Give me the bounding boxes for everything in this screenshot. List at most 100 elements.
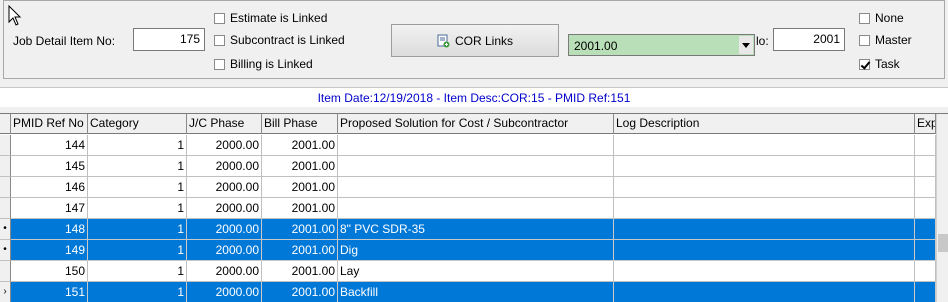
cell-bill-phase[interactable]: 2001.00	[262, 219, 338, 240]
row-indicator[interactable]: •	[0, 219, 11, 240]
row-indicator[interactable]	[0, 135, 11, 156]
cell-solution[interactable]	[338, 135, 614, 156]
cell-pmid[interactable]: 148	[11, 219, 88, 240]
cell-exp[interactable]	[915, 240, 936, 261]
table-row[interactable]: 150 1 2000.00 2001.00 Lay	[0, 261, 936, 282]
data-grid[interactable]: PMID Ref No Category J/C Phase Bill Phas…	[0, 113, 948, 302]
cell-category[interactable]: 1	[88, 135, 187, 156]
cell-log-description[interactable]	[614, 198, 915, 219]
cell-exp[interactable]	[915, 219, 936, 240]
cell-category[interactable]: 1	[88, 282, 187, 302]
billing-linked-checkbox[interactable]: Billing is Linked	[214, 57, 313, 71]
job-detail-item-input[interactable]: 175	[133, 28, 205, 51]
cell-exp[interactable]	[915, 135, 936, 156]
cell-bill-phase[interactable]: 2001.00	[262, 156, 338, 177]
cell-pmid[interactable]: 146	[11, 177, 88, 198]
cell-solution[interactable]: Backfill	[338, 282, 614, 302]
cell-jc-phase[interactable]: 2000.00	[187, 156, 262, 177]
cell-exp[interactable]	[915, 177, 936, 198]
cell-bill-phase[interactable]: 2001.00	[262, 135, 338, 156]
row-indicator[interactable]: ›	[0, 282, 11, 302]
cell-log-description[interactable]	[614, 219, 915, 240]
table-row[interactable]: 144 1 2000.00 2001.00	[0, 135, 936, 156]
header-solution[interactable]: Proposed Solution for Cost / Subcontract…	[338, 114, 614, 134]
checkbox-box[interactable]	[214, 58, 225, 70]
row-indicator[interactable]: •	[0, 240, 11, 261]
cell-exp[interactable]	[915, 261, 936, 282]
chevron-down-icon[interactable]	[739, 36, 753, 54]
table-row[interactable]: • 148 1 2000.00 2001.00 8" PVC SDR-35	[0, 219, 936, 240]
cell-category[interactable]: 1	[88, 261, 187, 282]
table-row[interactable]: 147 1 2000.00 2001.00	[0, 198, 936, 219]
checkbox-box[interactable]	[859, 34, 870, 46]
cell-category[interactable]: 1	[88, 240, 187, 261]
row-indicator[interactable]	[0, 261, 11, 282]
none-option[interactable]: None	[859, 11, 904, 25]
cell-category[interactable]: 1	[88, 219, 187, 240]
table-row[interactable]: 146 1 2000.00 2001.00	[0, 177, 936, 198]
cell-solution[interactable]	[338, 177, 614, 198]
cell-log-description[interactable]	[614, 240, 915, 261]
estimate-linked-checkbox[interactable]: Estimate is Linked	[214, 11, 327, 25]
header-log-description[interactable]: Log Description	[614, 114, 915, 134]
checkbox-box[interactable]	[859, 58, 870, 70]
cell-category[interactable]: 1	[88, 156, 187, 177]
header-pmid[interactable]: PMID Ref No	[11, 114, 88, 134]
cell-log-description[interactable]	[614, 261, 915, 282]
cell-bill-phase[interactable]: 2001.00	[262, 282, 338, 302]
cell-category[interactable]: 1	[88, 177, 187, 198]
cell-exp[interactable]	[915, 282, 936, 302]
cell-log-description[interactable]	[614, 135, 915, 156]
scrollbar-thumb[interactable]	[938, 234, 948, 252]
cor-links-button[interactable]: COR Links	[391, 24, 559, 57]
header-bill-phase[interactable]: Bill Phase	[262, 114, 338, 134]
cell-pmid[interactable]: 149	[11, 240, 88, 261]
table-row[interactable]: 145 1 2000.00 2001.00	[0, 156, 936, 177]
cell-log-description[interactable]	[614, 177, 915, 198]
checkbox-box[interactable]	[859, 12, 870, 24]
master-option[interactable]: Master	[859, 33, 912, 47]
cell-bill-phase[interactable]: 2001.00	[262, 261, 338, 282]
vertical-scrollbar[interactable]	[936, 114, 948, 302]
cell-pmid[interactable]: 145	[11, 156, 88, 177]
no-input[interactable]: 2001	[773, 28, 845, 51]
subcontract-linked-checkbox[interactable]: Subcontract is Linked	[214, 33, 345, 47]
phase-select[interactable]: 2001.00	[568, 34, 755, 56]
checkbox-box[interactable]	[214, 34, 225, 46]
cell-bill-phase[interactable]: 2001.00	[262, 240, 338, 261]
cell-jc-phase[interactable]: 2000.00	[187, 219, 262, 240]
cell-solution[interactable]	[338, 198, 614, 219]
cell-jc-phase[interactable]: 2000.00	[187, 240, 262, 261]
row-indicator[interactable]	[0, 198, 11, 219]
cell-jc-phase[interactable]: 2000.00	[187, 261, 262, 282]
cell-pmid[interactable]: 147	[11, 198, 88, 219]
cell-solution[interactable]: Dig	[338, 240, 614, 261]
row-indicator[interactable]	[0, 156, 11, 177]
grid-header: PMID Ref No Category J/C Phase Bill Phas…	[0, 114, 948, 134]
cell-bill-phase[interactable]: 2001.00	[262, 198, 338, 219]
header-exp[interactable]: Exp	[915, 114, 936, 134]
table-row[interactable]: • 149 1 2000.00 2001.00 Dig	[0, 240, 936, 261]
cell-exp[interactable]	[915, 156, 936, 177]
cell-jc-phase[interactable]: 2000.00	[187, 198, 262, 219]
cell-jc-phase[interactable]: 2000.00	[187, 177, 262, 198]
row-indicator[interactable]	[0, 177, 11, 198]
cell-log-description[interactable]	[614, 156, 915, 177]
cell-category[interactable]: 1	[88, 198, 187, 219]
cell-pmid[interactable]: 150	[11, 261, 88, 282]
header-category[interactable]: Category	[88, 114, 187, 134]
cell-exp[interactable]	[915, 198, 936, 219]
cell-solution[interactable]	[338, 156, 614, 177]
cell-log-description[interactable]	[614, 282, 915, 302]
table-row[interactable]: › 151 1 2000.00 2001.00 Backfill	[0, 282, 936, 302]
cell-bill-phase[interactable]: 2001.00	[262, 177, 338, 198]
cell-solution[interactable]: Lay	[338, 261, 614, 282]
checkbox-box[interactable]	[214, 12, 225, 24]
task-option[interactable]: Task	[859, 57, 900, 71]
cell-jc-phase[interactable]: 2000.00	[187, 282, 262, 302]
cell-pmid[interactable]: 144	[11, 135, 88, 156]
cell-jc-phase[interactable]: 2000.00	[187, 135, 262, 156]
cell-pmid[interactable]: 151	[11, 282, 88, 302]
header-jc-phase[interactable]: J/C Phase	[187, 114, 262, 134]
cell-solution[interactable]: 8" PVC SDR-35	[338, 219, 614, 240]
